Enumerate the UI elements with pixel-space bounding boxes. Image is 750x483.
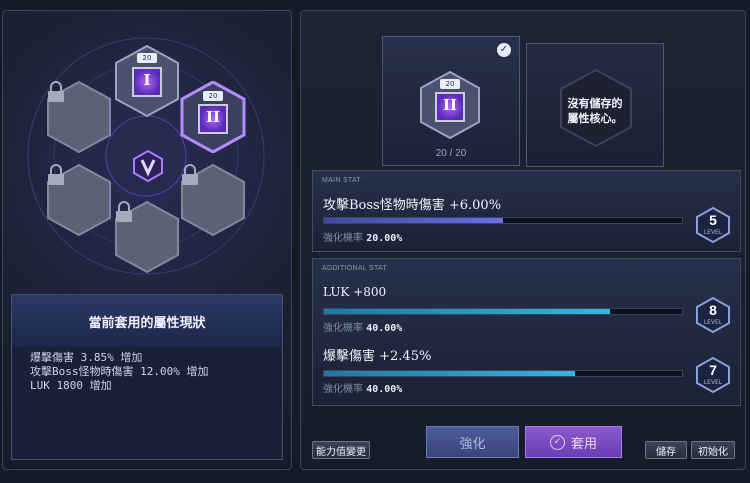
save-button[interactable]: 儲存	[645, 441, 687, 459]
current-stat-line: 攻擊Boss怪物時傷害 12.00% 增加	[30, 365, 209, 378]
check-icon: ✓	[497, 43, 511, 57]
current-stat-line: 爆擊傷害 3.85% 增加	[30, 351, 143, 364]
rate-value: 20.00%	[366, 233, 403, 244]
core-slot-locked-2[interactable]	[46, 164, 112, 236]
rate-value: 40.00%	[366, 323, 403, 334]
no-stored-core-message: 沒有儲存的 屬性核心。	[527, 96, 663, 126]
slot-level-badge: 20	[203, 91, 223, 101]
core-slot-2[interactable]: 20 II	[180, 81, 246, 153]
additional-stat-name: 爆擊傷害 +2.45%	[323, 349, 432, 364]
current-stats-box: 當前套用的屬性現狀 爆擊傷害 3.85% 增加 攻擊Boss怪物時傷害 12.0…	[11, 294, 283, 460]
level-label: LEVEL	[703, 229, 723, 236]
slot-numeral: II	[205, 108, 221, 126]
reset-button[interactable]: 初始化	[691, 441, 735, 459]
lock-icon	[116, 201, 132, 222]
main-stat-progress-fill	[324, 218, 503, 223]
additional-stat-progress	[323, 308, 683, 315]
current-stats-list: 爆擊傷害 3.85% 增加 攻擊Boss怪物時傷害 12.00% 增加 LUK …	[12, 347, 282, 397]
main-stat-level-badge: 5 LEVEL	[696, 206, 730, 244]
additional-stat-rate: 強化機率 40.00%	[323, 319, 402, 334]
apply-button-label: 套用	[570, 436, 597, 452]
additional-stat-label: ADDITIONAL STAT	[322, 265, 388, 272]
main-stat-rate: 強化機率 20.00%	[323, 229, 402, 244]
core-count-current: 20	[435, 148, 447, 159]
core-slot-panel: 20 I 20 II 當前套用的屬性現狀 爆擊傷害 3.85% 增加 攻擊Bos…	[2, 10, 292, 470]
main-stat-label: MAIN STAT	[322, 177, 361, 184]
apply-button[interactable]: ✓ 套用	[525, 426, 622, 458]
core-slot-locked-3[interactable]	[180, 164, 246, 236]
main-stat-progress	[323, 217, 683, 224]
additional-stat-box: ADDITIONAL STAT LUK +800 強化機率 40.00% 8 L…	[312, 258, 741, 406]
ability-change-button[interactable]: 能力值變更	[312, 441, 370, 459]
core-count-max: 20	[455, 148, 467, 159]
slot-numeral: I	[143, 71, 151, 89]
core-level-badge: 20	[440, 79, 460, 89]
core-hex-icon: 20 II	[419, 70, 481, 140]
selected-core-card[interactable]: ✓ 20 II 20 / 20	[382, 36, 520, 166]
additional-stat-level-badge: 7 LEVEL	[696, 356, 730, 394]
core-slot-locked-4[interactable]	[114, 201, 180, 273]
stored-core-card[interactable]: 沒有儲存的 屬性核心。	[526, 43, 664, 167]
additional-stat-level-badge: 8 LEVEL	[696, 296, 730, 334]
additional-stat-progress	[323, 370, 683, 377]
main-stat-name: 攻擊Boss怪物時傷害 +6.00%	[323, 198, 502, 213]
core-count-separator: /	[449, 148, 453, 159]
lock-icon	[48, 164, 64, 185]
no-stored-core-line1: 沒有儲存的	[567, 97, 623, 110]
lock-icon	[48, 81, 64, 102]
level-number: 5	[709, 212, 717, 228]
slot-level-badge: 20	[137, 53, 157, 63]
additional-stat-progress-fill	[324, 309, 611, 314]
rate-label: 強化機率	[323, 384, 363, 395]
current-stat-line: LUK 1800 增加	[30, 379, 112, 392]
no-stored-core-line2: 屬性核心。	[567, 112, 623, 125]
level-number: 8	[709, 302, 717, 318]
enhance-button[interactable]: 強化	[426, 426, 519, 458]
level-label: LEVEL	[703, 319, 723, 326]
rate-label: 強化機率	[323, 323, 363, 334]
core-numeral: II	[442, 96, 458, 114]
rate-label: 強化機率	[323, 233, 363, 244]
v-matrix-emblem-icon	[133, 149, 163, 183]
core-slot-1[interactable]: 20 I	[114, 45, 180, 117]
main-stat-box: MAIN STAT 攻擊Boss怪物時傷害 +6.00% 強化機率 20.00%…	[312, 170, 741, 252]
current-stats-title: 當前套用的屬性現狀	[12, 295, 282, 347]
check-icon: ✓	[549, 434, 565, 450]
level-number: 7	[709, 362, 717, 378]
rate-value: 40.00%	[366, 384, 403, 395]
additional-stat-rate: 強化機率 40.00%	[323, 380, 402, 395]
additional-stat-progress-fill	[324, 371, 575, 376]
core-count: 20 / 20	[383, 148, 519, 159]
lock-icon	[182, 164, 198, 185]
additional-stat-name: LUK +800	[323, 285, 387, 299]
core-slot-locked-1[interactable]	[46, 81, 112, 153]
level-label: LEVEL	[703, 379, 723, 386]
